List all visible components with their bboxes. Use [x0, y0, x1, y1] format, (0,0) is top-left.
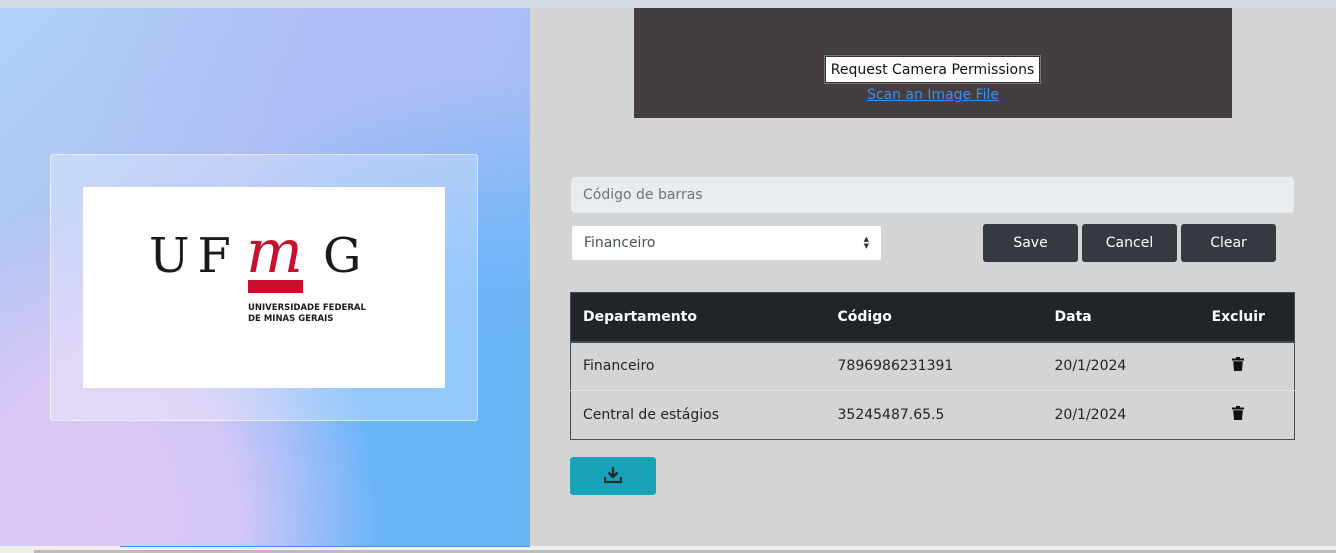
table-header-row: Departamento Código Data Excluir: [570, 292, 1295, 343]
cell-data: 20/1/2024: [1042, 390, 1183, 440]
clear-button[interactable]: Clear: [1181, 224, 1276, 262]
logo-letter-g: G: [323, 228, 361, 284]
logo-letter-m: m: [246, 217, 303, 287]
ufmg-logo: UF m G UNIVERSIDADE FEDERAL DE MINAS GER…: [83, 187, 445, 388]
logo-letters-uf: UF: [149, 228, 239, 284]
request-camera-button[interactable]: Request Camera Permissions: [824, 55, 1041, 84]
download-icon: [603, 466, 623, 486]
header-excluir: Excluir: [1182, 292, 1295, 343]
cancel-button[interactable]: Cancel: [1082, 224, 1177, 262]
save-button[interactable]: Save: [983, 224, 1078, 262]
department-selected-value: Financeiro: [584, 235, 656, 251]
select-arrows-icon: ▲ ▼: [863, 235, 869, 250]
trash-icon[interactable]: [1232, 406, 1245, 424]
department-select[interactable]: Financeiro ▲ ▼: [571, 225, 882, 261]
top-strip: [0, 0, 1336, 8]
logo-line-1: UNIVERSIDADE FEDERAL: [248, 303, 366, 313]
cell-excluir: [1182, 390, 1295, 440]
table-row: Central de estágios 35245487.65.5 20/1/2…: [570, 390, 1295, 440]
cell-codigo: 35245487.65.5: [825, 390, 1043, 440]
cell-departamento: Central de estágios: [570, 390, 826, 440]
logo-line-2: DE MINAS GERAIS: [248, 314, 333, 324]
cell-codigo: 7896986231391: [825, 341, 1043, 391]
table-row: Financeiro 7896986231391 20/1/2024: [570, 341, 1295, 391]
header-departamento: Departamento: [570, 292, 826, 343]
logo-red-bar: [248, 280, 303, 293]
header-data: Data: [1042, 292, 1183, 343]
cell-excluir: [1182, 341, 1295, 391]
cell-data: 20/1/2024: [1042, 341, 1183, 391]
bottom-accent-line: [120, 546, 530, 547]
cell-departamento: Financeiro: [570, 341, 826, 391]
scan-image-file-link[interactable]: Scan an Image File: [634, 87, 1232, 103]
trash-icon[interactable]: [1232, 357, 1245, 375]
header-codigo: Código: [825, 292, 1043, 343]
records-table: Departamento Código Data Excluir Finance…: [570, 292, 1295, 440]
download-button[interactable]: [570, 457, 656, 495]
barcode-input[interactable]: [571, 177, 1294, 213]
